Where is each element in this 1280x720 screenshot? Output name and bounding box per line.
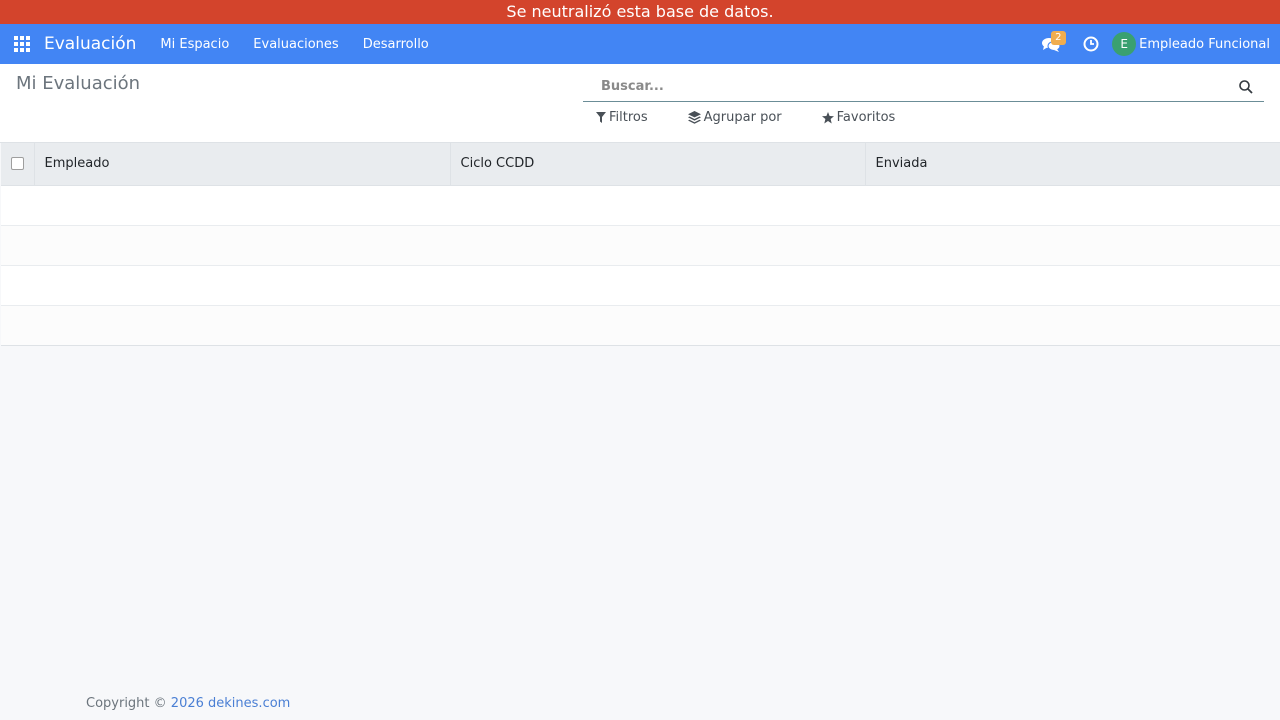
copyright-year: 2026 xyxy=(170,696,204,711)
table-row xyxy=(1,264,1280,305)
table-header-row: Empleado Ciclo CCDD Enviada xyxy=(1,143,1280,186)
apps-menu-button[interactable] xyxy=(0,24,44,64)
layers-icon xyxy=(687,111,701,124)
clock-icon xyxy=(1083,36,1099,52)
messages-counter-badge: 2 xyxy=(1051,31,1066,45)
copyright-prefix: Copyright © xyxy=(86,696,167,711)
table-row xyxy=(1,184,1280,225)
app-brand[interactable]: Evaluación xyxy=(44,34,136,54)
select-all-cell xyxy=(1,143,35,186)
main-navbar: Evaluación Mi Espacio Evaluaciones Desar… xyxy=(0,24,1280,64)
group-by-button[interactable]: Agrupar por xyxy=(687,110,782,125)
user-menu[interactable]: E Empleado Funcional xyxy=(1112,32,1270,56)
search-options: Filtros Agrupar por Favoritos xyxy=(596,110,935,125)
menu-evaluaciones[interactable]: Evaluaciones xyxy=(241,37,350,52)
messages-button[interactable]: 2 xyxy=(1028,24,1074,64)
footer-copyright: Copyright © 2026 dekines.com xyxy=(86,696,290,711)
company-site: dekines.com xyxy=(208,696,291,711)
control-panel: Mi Evaluación Filtros Agrupar por xyxy=(0,64,1280,143)
filters-label: Filtros xyxy=(609,110,648,125)
search-icon[interactable] xyxy=(1238,79,1254,95)
table-row xyxy=(1,304,1280,345)
neutralized-database-banner: Se neutralizó esta base de datos. xyxy=(0,0,1280,24)
table-row xyxy=(1,224,1280,265)
column-header-enviada[interactable]: Enviada xyxy=(865,143,1280,186)
apps-grid-icon xyxy=(14,36,30,52)
breadcrumb: Mi Evaluación xyxy=(16,73,141,94)
select-all-checkbox[interactable] xyxy=(10,157,24,171)
evaluations-list-table: Empleado Ciclo CCDD Enviada xyxy=(1,143,1280,346)
company-link[interactable]: 2026 dekines.com xyxy=(171,696,291,711)
search-bar xyxy=(583,72,1264,102)
menu-mi-espacio[interactable]: Mi Espacio xyxy=(148,37,241,52)
filter-icon xyxy=(596,112,606,123)
user-name: Empleado Funcional xyxy=(1139,36,1270,52)
column-header-ciclo-ccdd[interactable]: Ciclo CCDD xyxy=(450,143,866,186)
avatar: E xyxy=(1112,32,1137,56)
favorites-button[interactable]: Favoritos xyxy=(821,110,896,125)
activities-button[interactable] xyxy=(1074,24,1108,64)
column-header-empleado[interactable]: Empleado xyxy=(34,143,451,186)
filters-button[interactable]: Filtros xyxy=(596,110,648,125)
search-input[interactable] xyxy=(601,72,1221,100)
group-by-label: Agrupar por xyxy=(703,110,782,125)
favorites-label: Favoritos xyxy=(836,110,896,125)
star-icon xyxy=(821,111,834,123)
menu-desarrollo[interactable]: Desarrollo xyxy=(351,37,441,52)
